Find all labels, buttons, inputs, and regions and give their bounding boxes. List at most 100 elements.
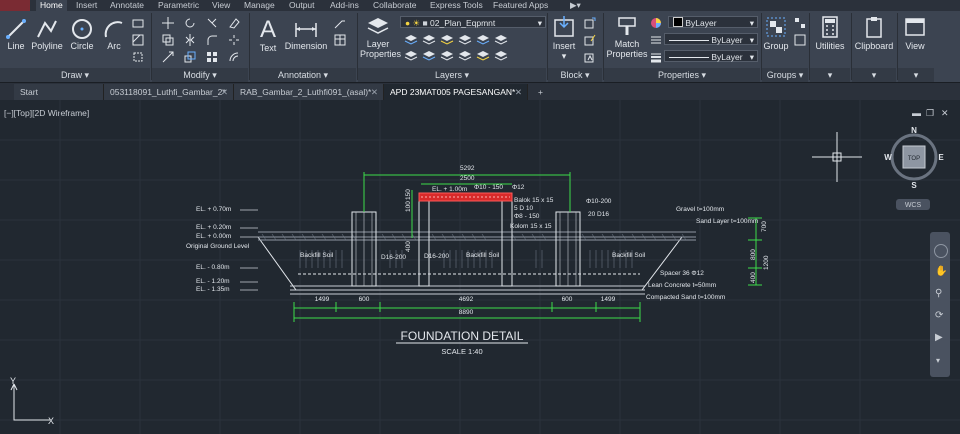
boundary-icon[interactable]: [132, 51, 144, 63]
doc-tab-start[interactable]: Start: [14, 84, 104, 100]
offset-icon[interactable]: [228, 51, 240, 63]
groups-panel-title[interactable]: Groups ▾: [762, 68, 808, 82]
tab-view[interactable]: View: [208, 0, 234, 11]
layer-tool-icon[interactable]: [440, 33, 454, 45]
chevron-down-icon[interactable]: ▾: [936, 356, 940, 365]
tab-parametric[interactable]: Parametric: [154, 0, 203, 11]
doc-tab[interactable]: 053118091_Luthfi_Gambar_2* ✕: [104, 84, 234, 100]
layers-panel-title[interactable]: Layers ▾: [358, 68, 546, 82]
layer-tool-icon[interactable]: [404, 33, 418, 45]
showmotion-icon[interactable]: ▶: [935, 332, 943, 343]
dimension-button[interactable]: Dimension: [284, 17, 328, 51]
table-icon[interactable]: [334, 34, 346, 46]
tab-annotate[interactable]: Annotate: [106, 0, 148, 11]
utilities-button[interactable]: Utilities: [812, 15, 848, 51]
block-panel-title[interactable]: Block ▾: [548, 68, 602, 82]
scale-icon[interactable]: [184, 51, 196, 63]
chevron-down-icon: ▾: [537, 18, 542, 28]
soil-hatch: [261, 233, 687, 268]
layer-tool-icon[interactable]: [458, 33, 472, 45]
leader-icon[interactable]: [334, 17, 346, 29]
clipboard-expand[interactable]: ▾: [852, 68, 896, 82]
arc-button[interactable]: Arc: [102, 17, 126, 51]
viewcube[interactable]: TOP N S E W WCS: [884, 126, 944, 210]
rectangle-icon[interactable]: [132, 17, 144, 29]
video-icon[interactable]: ▶▾: [566, 0, 585, 11]
clipboard-label: Clipboard: [854, 41, 894, 51]
tab-home[interactable]: Home: [36, 0, 67, 11]
close-icon[interactable]: ✕: [515, 84, 522, 100]
stretch-icon[interactable]: [162, 51, 174, 63]
trim-icon[interactable]: [206, 17, 218, 29]
tab-express-tools[interactable]: Express Tools: [426, 0, 487, 11]
lineweight-icon[interactable]: [650, 51, 662, 63]
tab-insert[interactable]: Insert: [72, 0, 101, 11]
group-button[interactable]: Group: [762, 15, 790, 51]
mirror-icon[interactable]: [184, 34, 196, 46]
close-icon[interactable]: ✕: [371, 84, 378, 100]
move-icon[interactable]: [162, 17, 174, 29]
zoom-icon[interactable]: ⚲: [935, 288, 942, 299]
tab-collaborate[interactable]: Collaborate: [369, 0, 420, 11]
view-button[interactable]: View: [900, 15, 930, 51]
tab-manage[interactable]: Manage: [240, 0, 279, 11]
draw-panel-title[interactable]: Draw ▾: [0, 68, 150, 82]
layer-properties-button[interactable]: Layer Properties: [360, 15, 401, 59]
attribute-icon[interactable]: [584, 51, 596, 63]
array-icon[interactable]: [206, 51, 218, 63]
ungroup-icon[interactable]: [794, 17, 806, 29]
annotation-panel-title[interactable]: Annotation ▾: [250, 68, 356, 82]
rotate-icon[interactable]: [184, 17, 196, 29]
view-expand[interactable]: ▾: [898, 68, 934, 82]
orbit-icon[interactable]: ⟳: [935, 310, 943, 321]
new-tab-plus-icon[interactable]: +: [532, 84, 552, 100]
layer-tool-icon[interactable]: [422, 33, 436, 45]
explode-icon[interactable]: [228, 34, 240, 46]
edit-block-icon[interactable]: [584, 34, 596, 46]
linetype-dropdown[interactable]: ByLayer ▾: [664, 33, 758, 45]
linetype-icon[interactable]: [650, 34, 662, 46]
layer-tool-icon[interactable]: [422, 49, 436, 61]
layer-tool-icon[interactable]: [476, 49, 490, 61]
pan-icon[interactable]: ✋: [935, 266, 947, 277]
polyline-button[interactable]: Polyline: [30, 17, 64, 51]
layer-tool-icon[interactable]: [458, 49, 472, 61]
create-block-icon[interactable]: [584, 17, 596, 29]
utilities-expand[interactable]: ▾: [810, 68, 850, 82]
layer-tool-icon[interactable]: [404, 49, 418, 61]
clipboard-button[interactable]: Clipboard: [852, 15, 896, 51]
layer-tool-icon[interactable]: [440, 49, 454, 61]
line-button[interactable]: Line: [4, 17, 28, 51]
tab-featured-apps[interactable]: Featured Apps: [489, 0, 552, 11]
color-wheel-icon[interactable]: [650, 17, 662, 29]
compass-south[interactable]: S: [911, 181, 917, 190]
compass-east[interactable]: E: [938, 153, 944, 162]
tab-addins[interactable]: Add-ins: [326, 0, 363, 11]
erase-icon[interactable]: [228, 17, 240, 29]
navigation-bar[interactable]: ✋ ⚲ ⟳ ▶ ▾: [930, 232, 950, 377]
hatch-icon[interactable]: [132, 34, 144, 46]
lineweight-dropdown[interactable]: ByLayer ▾: [664, 50, 758, 62]
properties-panel-title[interactable]: Properties ▾: [604, 68, 760, 82]
copy-icon[interactable]: [162, 34, 174, 46]
close-icon[interactable]: ✕: [221, 84, 228, 100]
tab-output[interactable]: Output: [285, 0, 319, 11]
compass-west[interactable]: W: [884, 153, 892, 162]
app-menu-button[interactable]: [0, 0, 30, 11]
layer-tool-icon[interactable]: [494, 49, 508, 61]
text-button[interactable]: A Text: [256, 15, 280, 53]
color-dropdown[interactable]: ByLayer ▾: [668, 16, 758, 28]
compass-north[interactable]: N: [911, 126, 917, 135]
steering-wheel-icon[interactable]: [934, 244, 948, 258]
layer-dropdown[interactable]: ● ☀ ■ 02_Plan_Eqpmnt ▾: [400, 16, 546, 28]
match-properties-button[interactable]: Match Properties: [606, 15, 648, 59]
circle-button[interactable]: Circle: [68, 17, 96, 51]
insert-button[interactable]: Insert ▾: [550, 15, 578, 62]
group-edit-icon[interactable]: [794, 34, 806, 46]
layer-tool-icon[interactable]: [476, 33, 490, 45]
fillet-icon[interactable]: [206, 34, 218, 46]
doc-tab-active[interactable]: APD 23MAT005 PAGESANGAN* ✕: [384, 84, 528, 100]
doc-tab[interactable]: RAB_Gambar_2_Luthfi091_(asal)* ✕: [234, 84, 384, 100]
modify-panel-title[interactable]: Modify ▾: [152, 68, 248, 82]
layer-tool-icon[interactable]: [494, 33, 508, 45]
